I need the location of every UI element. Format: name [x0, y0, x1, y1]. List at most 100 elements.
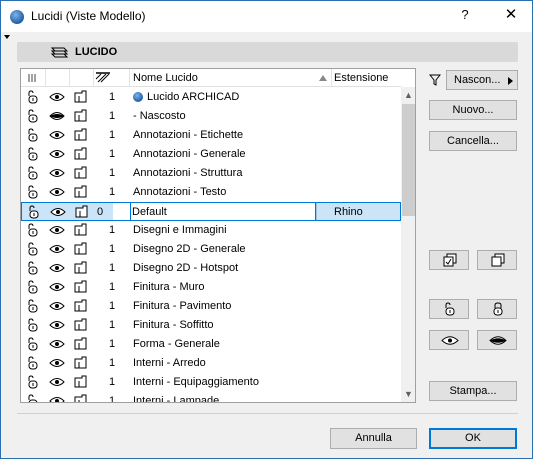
- lock-toggle-icon[interactable]: [25, 242, 41, 256]
- table-row[interactable]: 1 Disegno 2D - Generale: [21, 240, 401, 259]
- layer-name[interactable]: - Nascosto: [133, 110, 186, 122]
- eye-closed-icon[interactable]: [49, 109, 65, 123]
- wireframe-toggle-icon[interactable]: [73, 299, 89, 313]
- wireframe-toggle-icon[interactable]: [73, 166, 89, 180]
- wireframe-toggle-icon[interactable]: [73, 356, 89, 370]
- eye-open-icon[interactable]: [50, 205, 66, 219]
- sort-up-icon[interactable]: [319, 75, 327, 81]
- wireframe-toggle-icon[interactable]: [73, 394, 89, 402]
- table-row[interactable]: 1 Annotazioni - Generale: [21, 145, 401, 164]
- scroll-down-icon[interactable]: ▼: [401, 386, 415, 402]
- intersection-group-number[interactable]: 1: [109, 129, 115, 141]
- lock-toggle-icon[interactable]: [25, 109, 41, 123]
- wireframe-toggle-icon[interactable]: [73, 337, 89, 351]
- eye-open-icon[interactable]: [49, 299, 65, 313]
- wireframe-toggle-icon[interactable]: [73, 147, 89, 161]
- lock-toggle-icon[interactable]: [25, 166, 41, 180]
- layer-name[interactable]: Finitura - Pavimento: [133, 300, 231, 312]
- layer-name[interactable]: Interni - Equipaggiamento: [133, 376, 259, 388]
- wireframe-toggle-icon[interactable]: [73, 261, 89, 275]
- intersection-group-number[interactable]: 1: [109, 319, 115, 331]
- table-row[interactable]: 1 Interni - Lampade: [21, 392, 401, 402]
- intersection-group-number[interactable]: 1: [109, 110, 115, 122]
- intersection-group-number[interactable]: 1: [109, 167, 115, 179]
- layer-name[interactable]: Interni - Arredo: [133, 357, 206, 369]
- cancel-button[interactable]: Annulla: [330, 428, 417, 449]
- lock-toggle-icon[interactable]: [25, 147, 41, 161]
- layer-name[interactable]: Annotazioni - Generale: [133, 148, 246, 160]
- print-button[interactable]: Stampa...: [429, 381, 517, 401]
- intersection-group-icon[interactable]: [95, 71, 111, 84]
- help-button[interactable]: ?: [456, 7, 474, 25]
- lock-toggle-icon[interactable]: [26, 205, 42, 219]
- wireframe-toggle-icon[interactable]: [73, 185, 89, 199]
- wireframe-toggle-icon[interactable]: [73, 128, 89, 142]
- layer-name[interactable]: Disegno 2D - Generale: [133, 243, 246, 255]
- lock-toggle-icon[interactable]: [25, 337, 41, 351]
- wireframe-toggle-icon[interactable]: [73, 242, 89, 256]
- eye-open-icon[interactable]: [49, 223, 65, 237]
- table-row[interactable]: 0 Default Rhino: [21, 202, 401, 221]
- lock-toggle-icon[interactable]: [25, 375, 41, 389]
- column-header-name[interactable]: Nome Lucido: [133, 72, 198, 84]
- scroll-thumb[interactable]: [402, 104, 415, 216]
- intersection-group-number[interactable]: 1: [109, 300, 115, 312]
- hide-all-button[interactable]: [477, 330, 517, 350]
- eye-open-icon[interactable]: [49, 375, 65, 389]
- new-layer-button[interactable]: Nuovo...: [429, 100, 517, 120]
- table-row[interactable]: 1 Annotazioni - Testo: [21, 183, 401, 202]
- eye-open-icon[interactable]: [49, 128, 65, 142]
- intersection-group-number[interactable]: 1: [109, 91, 115, 103]
- table-row[interactable]: 1 - Nascosto: [21, 107, 401, 126]
- vertical-scrollbar[interactable]: ▲ ▼: [401, 87, 415, 402]
- intersection-group-number[interactable]: 1: [109, 243, 115, 255]
- table-row[interactable]: 1 Annotazioni - Etichette: [21, 126, 401, 145]
- wireframe-toggle-icon[interactable]: [74, 205, 90, 219]
- layer-name[interactable]: Disegno 2D - Hotspot: [133, 262, 238, 274]
- table-row[interactable]: 1 Finitura - Soffitto: [21, 316, 401, 335]
- layer-name[interactable]: Finitura - Muro: [133, 281, 205, 293]
- layer-name[interactable]: Default: [132, 206, 167, 218]
- table-row[interactable]: 1 Disegno 2D - Hotspot: [21, 259, 401, 278]
- layer-name[interactable]: Finitura - Soffitto: [133, 319, 214, 331]
- filter-icon[interactable]: [429, 74, 441, 86]
- wireframe-toggle-icon[interactable]: [73, 109, 89, 123]
- wireframe-toggle-icon[interactable]: [73, 318, 89, 332]
- table-row[interactable]: 1 Interni - Equipaggiamento: [21, 373, 401, 392]
- collapse-triangle-icon[interactable]: [4, 35, 10, 39]
- lock-all-button[interactable]: [477, 299, 517, 319]
- layer-name[interactable]: Interni - Lampade: [133, 395, 219, 402]
- ok-button[interactable]: OK: [429, 428, 517, 449]
- layer-name[interactable]: Forma - Generale: [133, 338, 220, 350]
- scroll-up-icon[interactable]: ▲: [401, 87, 415, 103]
- intersection-group-number[interactable]: 1: [109, 186, 115, 198]
- lock-toggle-icon[interactable]: [25, 394, 41, 402]
- show-all-button[interactable]: [429, 330, 469, 350]
- eye-open-icon[interactable]: [49, 166, 65, 180]
- eye-open-icon[interactable]: [49, 394, 65, 402]
- layer-name[interactable]: Lucido ARCHICAD: [147, 91, 239, 103]
- lock-toggle-icon[interactable]: [25, 318, 41, 332]
- layers-list[interactable]: Nome Lucido Estensione 1 Lucido ARCHICAD 1…: [20, 68, 416, 403]
- lock-toggle-icon[interactable]: [25, 128, 41, 142]
- intersection-group-number[interactable]: 0: [97, 206, 103, 218]
- column-header-extension[interactable]: Estensione: [334, 72, 388, 84]
- intersection-group-number[interactable]: 1: [109, 376, 115, 388]
- intersection-group-number[interactable]: 1: [109, 357, 115, 369]
- table-row[interactable]: 1 Finitura - Muro: [21, 278, 401, 297]
- layer-name[interactable]: Annotazioni - Testo: [133, 186, 226, 198]
- lock-toggle-icon[interactable]: [25, 356, 41, 370]
- lock-toggle-icon[interactable]: [25, 185, 41, 199]
- wireframe-toggle-icon[interactable]: [73, 280, 89, 294]
- eye-open-icon[interactable]: [49, 147, 65, 161]
- table-row[interactable]: 1 Annotazioni - Struttura: [21, 164, 401, 183]
- wireframe-toggle-icon[interactable]: [73, 90, 89, 104]
- table-row[interactable]: 1 Disegni e Immagini: [21, 221, 401, 240]
- lock-toggle-icon[interactable]: [25, 90, 41, 104]
- lock-toggle-icon[interactable]: [25, 223, 41, 237]
- intersection-group-number[interactable]: 1: [109, 395, 115, 402]
- unlock-all-button[interactable]: [429, 299, 469, 319]
- close-button[interactable]: ✕: [501, 5, 521, 25]
- eye-open-icon[interactable]: [49, 261, 65, 275]
- eye-open-icon[interactable]: [49, 337, 65, 351]
